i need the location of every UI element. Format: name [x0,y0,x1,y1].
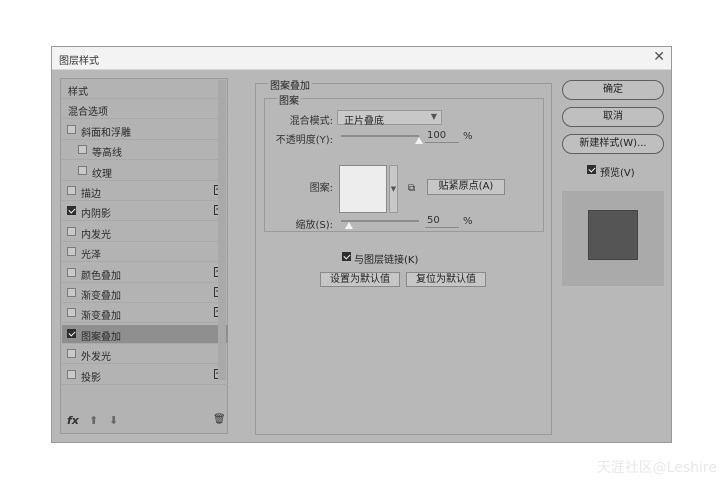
styles-scrollbar[interactable] [218,80,226,380]
style-item[interactable]: 投影+ [62,366,228,385]
chevron-down-icon: ▼ [430,112,437,121]
style-item-checkbox[interactable] [67,369,76,379]
opacity-slider-thumb[interactable] [415,137,423,144]
style-item-label: 斜面和浮雕 [81,127,131,139]
style-item-label: 描边 [81,189,101,200]
dialog-title: 图层样式 [59,56,99,67]
pattern-swatch[interactable] [339,165,387,213]
pattern-label: 图案: [309,183,333,194]
style-item-label: 样式 [68,87,88,98]
style-item-checkbox[interactable] [67,186,76,195]
blend-mode-select[interactable]: 正片叠底 ▼ [337,110,442,127]
watermark: 天涯社区@Leshire [596,460,717,476]
move-up-icon[interactable]: ⬆ [89,414,98,427]
preview-label: 预览(V) [600,168,635,179]
snap-to-origin-button[interactable]: 贴紧原点(A) [427,179,505,195]
scale-slider-thumb[interactable] [344,222,353,229]
style-item-checkbox[interactable] [78,145,87,155]
style-item[interactable]: 纹理 [62,162,228,181]
style-item[interactable]: 等高线 [62,141,228,161]
opacity-slider-track[interactable] [341,135,419,137]
cancel-button[interactable]: 取消 [562,107,664,127]
style-item-label: 图案叠加 [81,331,121,343]
style-item-label: 等高线 [92,148,122,160]
style-item-checkbox[interactable] [67,308,76,318]
style-item-checkbox[interactable] [67,328,76,338]
style-item[interactable]: 渐变叠加+ [62,304,228,324]
new-style-button[interactable]: 新建样式(W)... [562,134,664,154]
style-item-label: 混合选项 [68,107,108,119]
fx-icon[interactable]: fx [67,414,79,427]
blend-mode-value: 正片叠底 [344,116,384,127]
group-title: 图案叠加 [268,77,312,92]
preview-checkbox[interactable] [587,165,596,174]
style-item-checkbox[interactable] [78,165,87,175]
pattern-overlay-group: 图案叠加 图案 混合模式: 正片叠底 ▼ 不透明度(Y): 100 % 图案: … [255,77,552,435]
style-item[interactable]: 描边+ [62,182,228,201]
style-item-label: 投影 [81,372,101,384]
style-item[interactable]: 斜面和浮雕 [62,121,228,140]
style-item[interactable]: 渐变叠加+ [62,284,228,303]
style-item-checkbox[interactable] [67,124,76,134]
style-item-label: 内发光 [81,229,111,241]
style-item[interactable]: 内发光 [62,223,228,242]
preview-swatch [588,210,638,260]
set-default-button[interactable]: 设置为默认值 [320,272,400,287]
subpanel-title: 图案 [277,92,301,107]
style-item[interactable]: 混合选项 [62,100,228,120]
style-item-checkbox[interactable] [67,349,76,359]
reset-default-button[interactable]: 复位为默认值 [406,272,486,287]
scale-label: 缩放(S): [295,220,333,231]
link-with-layer-label: 与图层链接(K) [354,255,419,266]
style-item-checkbox[interactable] [67,267,76,277]
pattern-subpanel: 图案 混合模式: 正片叠底 ▼ 不透明度(Y): 100 % 图案: ▼ ⧉ 贴… [264,92,544,232]
scale-input[interactable]: 50 [425,215,459,228]
style-item-label: 渐变叠加 [81,311,121,323]
new-preset-icon[interactable]: ⧉ [408,183,415,194]
style-item-label: 外发光 [81,352,111,364]
style-item-label: 纹理 [92,168,112,180]
style-item-label: 渐变叠加 [81,291,121,302]
style-item[interactable]: 光泽 [62,243,228,263]
styles-list-panel: 样式混合选项斜面和浮雕等高线纹理描边+内阴影+内发光光泽颜色叠加+渐变叠加+渐变… [60,78,228,434]
ok-button[interactable]: 确定 [562,80,664,100]
opacity-input[interactable]: 100 [425,130,459,143]
pattern-dropdown-icon[interactable]: ▼ [389,165,398,213]
style-item[interactable]: 外发光 [62,345,228,365]
style-item-label: 内阴影 [81,209,111,221]
style-item-checkbox[interactable] [67,226,76,236]
trash-icon[interactable]: 🗑 [213,414,226,425]
scale-unit: % [463,216,473,227]
move-down-icon[interactable]: ⬇ [109,414,118,427]
layer-style-dialog: 图层样式 ✕ 样式混合选项斜面和浮雕等高线纹理描边+内阴影+ 内发光光泽颜色叠加+… [51,46,672,443]
style-preview [562,191,664,286]
style-item-checkbox[interactable] [67,206,76,216]
style-item[interactable]: 颜色叠加+ [62,264,228,283]
opacity-unit: % [463,131,473,142]
style-item[interactable]: 样式 [62,80,228,99]
blend-mode-label: 混合模式: [289,116,333,127]
style-item[interactable]: 图案叠加 [62,324,228,344]
title-bar: 图层样式 ✕ [52,47,671,70]
style-item-checkbox[interactable] [67,288,76,297]
style-item-label: 光泽 [81,250,101,262]
opacity-label: 不透明度(Y): [275,135,333,146]
style-item[interactable]: 内阴影+ [62,202,228,222]
style-item-label: 颜色叠加 [81,270,121,282]
link-with-layer-checkbox[interactable] [342,252,351,261]
style-item-checkbox[interactable] [67,247,76,257]
styles-bottom-bar: fx ⬆ ⬇ 🗑 [61,409,227,433]
close-icon[interactable]: ✕ [653,49,665,65]
